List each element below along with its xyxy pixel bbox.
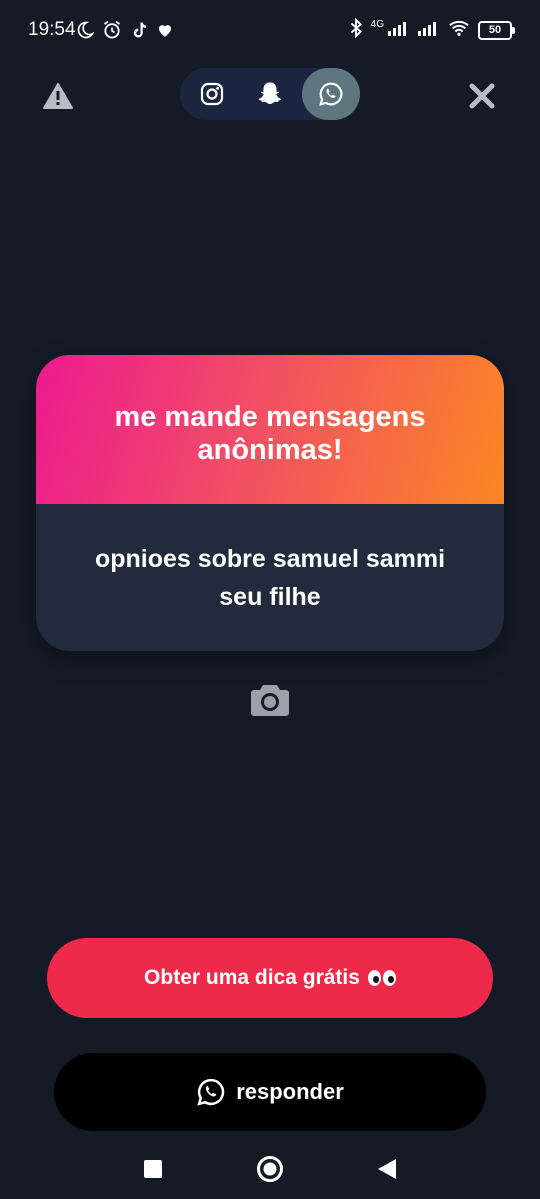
- bluetooth-icon: [349, 17, 363, 43]
- instagram-icon: [200, 82, 224, 106]
- card-header: me mande mensagens anônimas!: [36, 355, 504, 504]
- report-button[interactable]: [42, 80, 74, 112]
- network-type: 4G: [370, 19, 384, 30]
- reply-button-label: responder: [236, 1079, 344, 1104]
- whatsapp-icon: [197, 1078, 225, 1106]
- tiktok-icon: [130, 20, 148, 45]
- snapchat-icon: [258, 82, 282, 105]
- moon-icon: [76, 21, 95, 44]
- close-icon: [469, 83, 495, 109]
- square-icon: [144, 1160, 162, 1178]
- recent-apps-button[interactable]: [138, 1154, 168, 1184]
- snapchat-share-button[interactable]: [244, 70, 296, 118]
- home-button[interactable]: [255, 1154, 285, 1184]
- warning-icon: [43, 83, 73, 109]
- status-time: 19:54: [28, 19, 76, 40]
- message-card: me mande mensagens anônimas! opnioes sob…: [36, 355, 504, 651]
- back-triangle-icon: [378, 1159, 396, 1179]
- signal-icon-2: [418, 20, 440, 41]
- back-button[interactable]: [372, 1154, 402, 1184]
- close-button[interactable]: [464, 78, 500, 114]
- navigation-bar: [0, 1140, 540, 1199]
- free-hint-button[interactable]: Obter uma dica grátis: [47, 938, 493, 1018]
- instagram-share-button[interactable]: [186, 70, 238, 118]
- whatsapp-share-button[interactable]: [302, 68, 360, 120]
- eyes-icon: [367, 970, 396, 986]
- camera-icon: [251, 685, 289, 716]
- battery-icon: 50: [478, 21, 515, 40]
- share-selector: [180, 68, 360, 120]
- card-message: opnioes sobre samuel sammi seu filhe: [94, 544, 446, 611]
- screenshot-button[interactable]: [248, 678, 292, 722]
- whatsapp-icon: [319, 82, 343, 106]
- top-bar: [0, 66, 540, 122]
- wifi-icon: [448, 19, 470, 42]
- signal-icon: [388, 20, 410, 41]
- card-body: opnioes sobre samuel sammi seu filhe: [36, 504, 504, 651]
- alarm-icon: [102, 20, 122, 45]
- status-bar: 19:54 4G 50: [0, 0, 540, 60]
- heart-icon: [156, 21, 174, 44]
- home-circle-icon: [257, 1156, 283, 1182]
- reply-button[interactable]: responder: [54, 1053, 486, 1131]
- hint-button-label: Obter uma dica grátis: [144, 966, 360, 989]
- card-title: me mande mensagens anônimas!: [114, 400, 426, 466]
